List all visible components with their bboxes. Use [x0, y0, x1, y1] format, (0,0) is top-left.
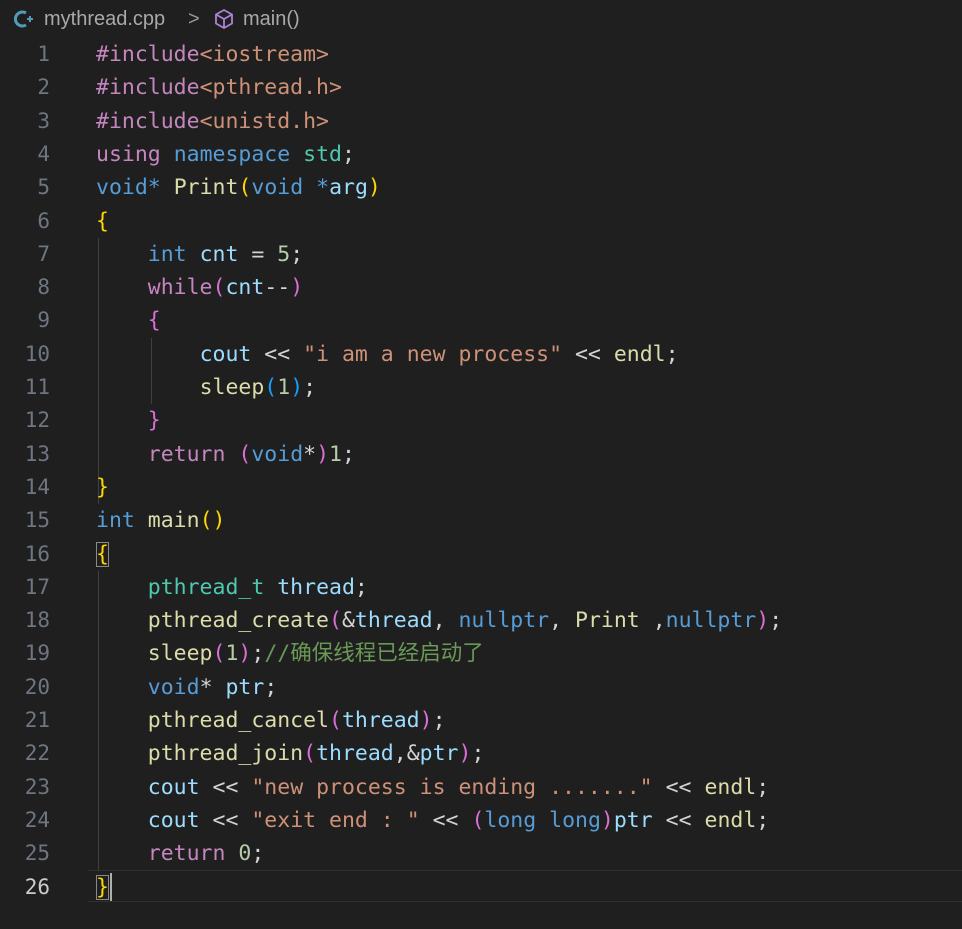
- code-line: 15 int main(): [0, 504, 962, 537]
- code-text: }: [96, 874, 109, 900]
- code-line: 24 cout << "exit end : " << (long long)p…: [0, 804, 962, 837]
- line-number: 22: [24, 741, 50, 766]
- line-number: 12: [24, 408, 50, 433]
- line-number: 1: [37, 42, 50, 66]
- line-number: 3: [37, 108, 50, 133]
- code-line: 4 using namespace std;: [0, 138, 962, 171]
- code-text: return (void*)1;: [147, 441, 355, 467]
- code-text: cout << "new process is ending ......." …: [147, 774, 770, 800]
- line-number: 17: [24, 574, 50, 599]
- code-text: return 0;: [147, 841, 265, 867]
- text-cursor: [110, 873, 112, 901]
- code-line: 19 sleep(1);//确保线程已经启动了: [0, 637, 962, 670]
- line-number: 10: [24, 341, 50, 366]
- code-line: 10 cout << "i am a new process" << endl;: [0, 338, 962, 371]
- line-number: 18: [24, 608, 50, 633]
- line-number: 9: [37, 308, 50, 333]
- code-line: 6{: [0, 205, 962, 238]
- code-line: 17 pthread_t thread;: [0, 571, 962, 604]
- code-text: while(cnt--): [147, 275, 304, 301]
- method-cube-icon: [213, 8, 235, 30]
- code-text: #include<iostream>: [96, 42, 330, 67]
- code-line: 18 pthread_create(&thread, nullptr, Prin…: [0, 604, 962, 637]
- code-line: 11 sleep(1);: [0, 371, 962, 404]
- line-number: 16: [24, 541, 50, 566]
- line-number: 7: [37, 241, 50, 266]
- line-number: 21: [24, 708, 50, 732]
- line-number: 23: [24, 774, 50, 799]
- code-line: 2 #include<pthread.h>: [0, 71, 962, 104]
- line-number: 20: [24, 674, 50, 699]
- line-number: 26: [24, 874, 50, 899]
- line-number: 15: [24, 508, 50, 533]
- code-line: 25 return 0;: [0, 837, 962, 870]
- code-text: cout << "exit end : " << (long long)ptr …: [147, 807, 770, 833]
- line-number: 19: [24, 641, 50, 666]
- code-line: 9 {: [0, 304, 962, 337]
- code-text: pthread_join(thread,&ptr);: [147, 741, 485, 767]
- code-text: }: [96, 474, 109, 500]
- code-text: cout << "i am a new process" << endl;: [199, 341, 679, 367]
- line-number: 14: [24, 474, 50, 499]
- code-text: int cnt = 5;: [147, 241, 304, 267]
- breadcrumb: mythread.cpp > main(): [0, 0, 962, 40]
- line-number: 11: [24, 375, 50, 399]
- line-number: 24: [24, 807, 50, 832]
- code-text: sleep(1);//确保线程已经启动了: [147, 641, 484, 667]
- code-line: 13 return (void*)1;: [0, 438, 962, 471]
- code-line: 26}: [0, 871, 962, 904]
- code-line: 7 int cnt = 5;: [0, 238, 962, 271]
- chevron-right-icon: >: [188, 8, 200, 30]
- code-line: 16 {: [0, 538, 962, 571]
- code-text: void* ptr;: [147, 674, 278, 700]
- code-text: #include<unistd.h>: [96, 108, 330, 134]
- code-text: int main(): [96, 508, 226, 534]
- code-text: void* Print(void *arg): [96, 175, 381, 201]
- code-line: 8 while(cnt--): [0, 271, 962, 304]
- line-number: 13: [24, 441, 50, 466]
- line-number: 2: [37, 75, 50, 100]
- code-line: 22 pthread_join(thread,&ptr);: [0, 737, 962, 770]
- line-number: 25: [24, 841, 50, 866]
- code-line: 1 #include<iostream>: [0, 38, 962, 71]
- breadcrumb-file[interactable]: mythread.cpp: [44, 8, 165, 31]
- code-line: 14}: [0, 471, 962, 504]
- line-number: 4: [37, 141, 50, 166]
- code-text: {: [96, 208, 109, 234]
- code-text: sleep(1);: [199, 375, 317, 400]
- code-text: pthread_t thread;: [147, 574, 368, 600]
- code-line: 21 pthread_cancel(thread);: [0, 704, 962, 737]
- code-editor[interactable]: 1 #include<iostream> 2 #include<pthread.h>…: [0, 38, 962, 929]
- code-line: 5 void* Print(void *arg): [0, 171, 962, 204]
- cpp-file-icon: [12, 8, 34, 30]
- line-number: 5: [37, 175, 50, 200]
- code-text: using namespace std;: [96, 141, 355, 167]
- code-line: 12 }: [0, 404, 962, 437]
- line-number: 8: [37, 275, 50, 300]
- code-line: 23 cout << "new process is ending ......…: [0, 771, 962, 804]
- line-number: 6: [37, 208, 50, 233]
- code-text: #include<pthread.h>: [96, 75, 342, 101]
- breadcrumb-symbol[interactable]: main(): [243, 8, 300, 31]
- code-text: pthread_create(&thread, nullptr, Print ,…: [147, 608, 783, 634]
- code-line: 3 #include<unistd.h>: [0, 105, 962, 138]
- code-text: {: [147, 308, 161, 334]
- code-text: {: [96, 541, 109, 567]
- code-line: 20 void* ptr;: [0, 671, 962, 704]
- code-text: pthread_cancel(thread);: [147, 708, 446, 733]
- code-text: }: [147, 408, 161, 434]
